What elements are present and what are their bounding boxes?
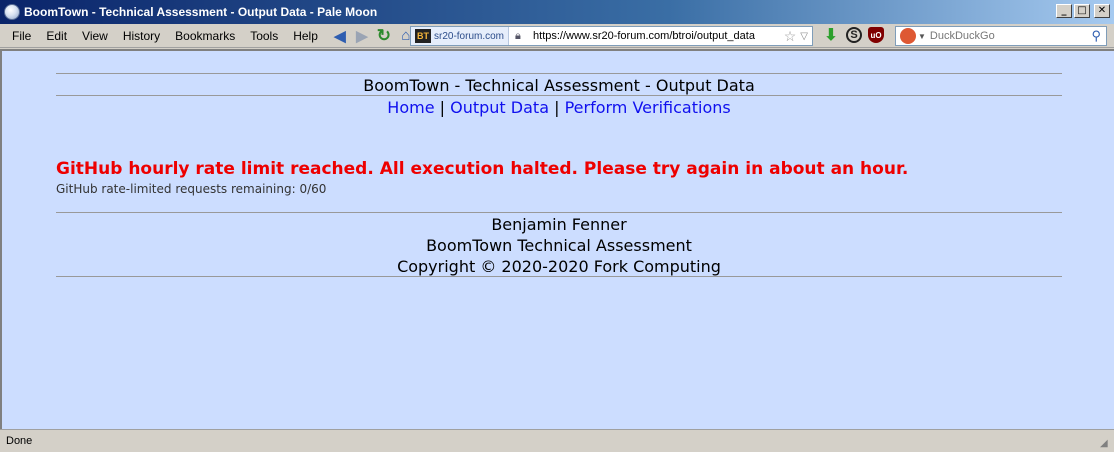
- menu-view[interactable]: View: [74, 29, 115, 43]
- window-controls: _ □ ✕: [1056, 4, 1110, 18]
- nav-link-perform-verifications[interactable]: Perform Verifications: [565, 98, 731, 117]
- url-dropdown-icon[interactable]: ▽: [800, 31, 808, 42]
- nav-link-home[interactable]: Home: [387, 98, 434, 117]
- nav-separator: |: [554, 98, 560, 117]
- menu-bookmarks[interactable]: Bookmarks: [167, 29, 242, 43]
- page-content: BoomTown - Technical Assessment - Output…: [0, 49, 1114, 429]
- page-nav: Home | Output Data | Perform Verificatio…: [56, 98, 1062, 117]
- title-bar: BoomTown - Technical Assessment - Output…: [0, 0, 1114, 24]
- status-text: Done: [6, 435, 33, 447]
- header-top-rule: [56, 73, 1062, 74]
- lock-icon[interactable]: 🔒︎: [515, 30, 527, 42]
- status-bar: Done ◢: [0, 429, 1114, 452]
- site-identity-badge[interactable]: BT sr20-forum.com: [411, 27, 510, 45]
- browser-toolbar: File Edit View History Bookmarks Tools H…: [0, 24, 1114, 48]
- url-input[interactable]: https://www.sr20-forum.com/btroi/output_…: [533, 30, 784, 42]
- duckduckgo-icon[interactable]: [900, 28, 916, 44]
- window-title: BoomTown - Technical Assessment - Output…: [24, 5, 378, 19]
- footer-project: BoomTown Technical Assessment: [426, 236, 692, 255]
- close-button[interactable]: ✕: [1094, 4, 1110, 18]
- search-engine-dropdown-icon[interactable]: ▼: [918, 32, 926, 41]
- footer-bottom-rule: [56, 276, 1062, 277]
- download-arrow-icon[interactable]: ⬇: [822, 26, 840, 44]
- site-favicon-icon: BT: [415, 29, 431, 43]
- search-bar[interactable]: ▼ DuckDuckGo ⚲: [895, 26, 1107, 46]
- menu-help[interactable]: Help: [285, 29, 325, 43]
- extension-icons: ⬇ S uO: [822, 26, 884, 44]
- maximize-button[interactable]: □: [1074, 4, 1090, 18]
- menu-history[interactable]: History: [115, 29, 167, 43]
- back-arrow-icon[interactable]: ◀: [329, 26, 351, 46]
- bookmark-star-icon[interactable]: ☆: [784, 28, 797, 45]
- page-title: BoomTown - Technical Assessment - Output…: [363, 76, 755, 95]
- menu-bar: File Edit View History Bookmarks Tools H…: [0, 29, 325, 43]
- pale-moon-icon: [4, 4, 20, 20]
- nav-separator: |: [439, 98, 446, 117]
- requests-remaining: GitHub rate-limited requests remaining: …: [56, 182, 327, 196]
- nav-link-output-data[interactable]: Output Data: [450, 98, 549, 117]
- search-input[interactable]: DuckDuckGo: [930, 30, 1092, 42]
- address-bar[interactable]: BT sr20-forum.com 🔒︎ https://www.sr20-fo…: [410, 26, 813, 46]
- reload-icon[interactable]: ↻: [373, 26, 395, 46]
- resize-grip-icon[interactable]: ◢: [1100, 438, 1112, 450]
- site-identity-label: sr20-forum.com: [434, 30, 505, 42]
- menu-tools[interactable]: Tools: [242, 29, 285, 43]
- footer-copyright: Copyright © 2020-2020 Fork Computing: [397, 257, 721, 276]
- rate-limit-error: GitHub hourly rate limit reached. All ex…: [56, 159, 909, 179]
- forward-arrow-icon[interactable]: ▶: [351, 26, 373, 46]
- footer-author: Benjamin Fenner: [491, 215, 627, 234]
- s-extension-icon[interactable]: S: [846, 27, 862, 43]
- minimize-button[interactable]: _: [1056, 4, 1072, 18]
- search-icon[interactable]: ⚲: [1091, 28, 1101, 44]
- header-bottom-rule: [56, 95, 1062, 96]
- ublock-icon[interactable]: uO: [868, 27, 884, 43]
- footer-top-rule: [56, 212, 1062, 213]
- menu-file[interactable]: File: [4, 29, 38, 43]
- menu-edit[interactable]: Edit: [38, 29, 74, 43]
